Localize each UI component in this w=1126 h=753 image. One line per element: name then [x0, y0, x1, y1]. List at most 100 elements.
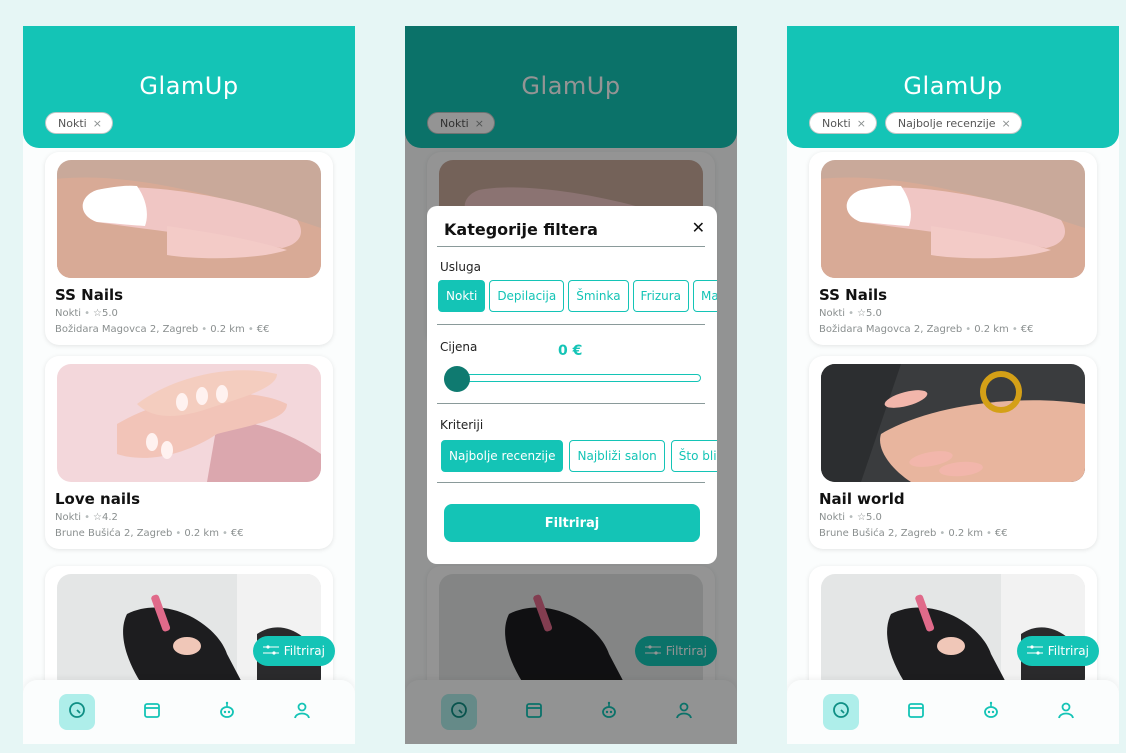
service-options: Nokti Depilacija Šminka Frizura Masaža	[438, 280, 717, 312]
separator: •	[939, 528, 946, 539]
service-option[interactable]: Nokti	[438, 280, 486, 312]
nav-profile[interactable]	[284, 694, 320, 730]
salon-card[interactable]: Love nails Nokti • ☆4.2 Brune Bušića 2, Za…	[45, 356, 333, 549]
divider	[437, 482, 705, 483]
nav-assistant[interactable]	[973, 694, 1009, 730]
salon-name: Love nails	[55, 490, 141, 508]
filter-button[interactable]: Filtriraj	[1016, 636, 1099, 666]
salon-card[interactable]: SS Nails Nokti • ☆5.0 Božidara Magovca 2, …	[809, 152, 1097, 345]
active-filter-chips: Nokti × Najbolje recenzije ×	[809, 112, 1022, 134]
star-icon: ☆	[857, 308, 866, 319]
divider	[437, 324, 705, 325]
filter-button[interactable]: Filtriraj	[252, 636, 335, 666]
apply-filter-button[interactable]: Filtriraj	[444, 504, 700, 542]
separator: •	[84, 512, 90, 523]
app-title: GlamUp	[903, 72, 1003, 100]
close-icon[interactable]: ×	[1002, 117, 1011, 130]
salon-card[interactable]: Nail world Nokti • ☆5.0 Brune Bušića 2, Za…	[809, 356, 1097, 549]
separator: •	[1011, 324, 1018, 335]
phone-screen-home: GlamUp Nokti × SS Nails Nokti • ☆5.0 Bož…	[23, 26, 355, 744]
salon-address: Brune Bušića 2, Zagreb	[55, 528, 173, 539]
nav-calendar[interactable]	[134, 694, 170, 730]
salon-rating: 5.0	[865, 512, 882, 523]
salon-card[interactable]: SS Nails Nokti • ☆5.0 Božidara Magovca 2, …	[45, 152, 333, 345]
app-title: GlamUp	[139, 72, 239, 100]
salon-address: Božidara Magovca 2, Zagreb	[819, 324, 963, 335]
salon-image	[57, 364, 321, 482]
salon-image	[57, 574, 321, 692]
close-icon[interactable]: ×	[857, 117, 866, 130]
separator: •	[965, 324, 972, 335]
nav-search[interactable]	[58, 694, 95, 730]
star-icon: ☆	[857, 512, 866, 523]
calendar-icon	[906, 700, 926, 724]
close-icon[interactable]: ✕	[692, 218, 705, 237]
salon-category: Nokti	[819, 512, 846, 523]
nav-profile[interactable]	[1048, 694, 1084, 730]
service-option[interactable]: Masaža	[693, 280, 717, 312]
star-icon: ☆	[93, 512, 102, 523]
price-slider[interactable]	[459, 374, 701, 382]
salon-price: €€	[256, 324, 270, 335]
filter-chip-label: Nokti	[822, 116, 851, 130]
separator: •	[175, 528, 182, 539]
service-option[interactable]: Šminka	[568, 280, 629, 312]
filter-modal: Kategorije filtera ✕ Usluga Nokti Depila…	[427, 206, 717, 564]
app-header: GlamUp Nokti ×	[23, 26, 355, 148]
salon-category: Nokti	[55, 308, 82, 319]
phone-screen-filter-modal: GlamUp Nokti × Filtriraj Kategorije filt…	[405, 26, 737, 744]
salon-price: €€	[230, 528, 244, 539]
salon-distance: 0.2 km	[974, 324, 1009, 335]
robot-icon	[981, 700, 1001, 724]
nav-search[interactable]	[822, 694, 859, 730]
salon-name: SS Nails	[819, 286, 888, 304]
profile-icon	[292, 700, 312, 724]
bottom-nav	[787, 680, 1119, 744]
divider	[437, 403, 705, 404]
service-option[interactable]: Depilacija	[489, 280, 565, 312]
criteria-option[interactable]: Najbliži salon	[569, 440, 665, 472]
nav-assistant[interactable]	[209, 694, 245, 730]
salon-address: Brune Bušića 2, Zagreb	[819, 528, 937, 539]
salon-category: Nokti	[819, 308, 846, 319]
salon-price: €€	[994, 528, 1008, 539]
search-icon	[831, 700, 851, 724]
filter-chip[interactable]: Najbolje recenzije ×	[884, 112, 1022, 134]
separator: •	[84, 308, 90, 319]
criteria-option[interactable]: Najbolje recenzije	[441, 440, 564, 472]
salon-name: SS Nails	[55, 286, 124, 304]
salon-address-line: Božidara Magovca 2, Zagreb • 0.2 km • €€	[55, 324, 269, 335]
sliders-icon	[262, 644, 279, 658]
filter-chip[interactable]: Nokti ×	[809, 112, 877, 134]
price-value: 0 €	[558, 343, 583, 359]
criteria-options: Najbolje recenzije Najbliži salon Što bl…	[441, 440, 717, 472]
separator: •	[247, 324, 254, 335]
salon-image	[821, 160, 1085, 278]
calendar-icon	[142, 700, 162, 724]
separator: •	[848, 308, 854, 319]
divider	[437, 246, 705, 247]
salon-address: Božidara Magovca 2, Zagreb	[55, 324, 199, 335]
salon-image	[821, 574, 1085, 692]
profile-icon	[1056, 700, 1076, 724]
separator: •	[848, 512, 854, 523]
salon-distance: 0.2 km	[948, 528, 983, 539]
service-option[interactable]: Frizura	[632, 280, 690, 312]
separator: •	[985, 528, 992, 539]
nav-calendar[interactable]	[898, 694, 934, 730]
salon-price: €€	[1020, 324, 1034, 335]
search-icon	[67, 700, 87, 724]
price-slider-thumb[interactable]	[444, 366, 470, 392]
separator: •	[221, 528, 228, 539]
filter-chip-label: Nokti	[58, 116, 87, 130]
criteria-label: Kriteriji	[440, 418, 484, 432]
close-icon[interactable]: ×	[93, 117, 102, 130]
salon-rating: 4.2	[101, 512, 118, 523]
price-label: Cijena	[440, 340, 478, 354]
phone-screen-filtered: GlamUp Nokti × Najbolje recenzije × SS N…	[787, 26, 1119, 744]
salon-category-rating: Nokti • ☆5.0	[55, 308, 118, 319]
criteria-option[interactable]: Što bliže	[670, 440, 717, 472]
salon-category-rating: Nokti • ☆5.0	[819, 308, 882, 319]
filter-chip[interactable]: Nokti ×	[45, 112, 113, 134]
service-label: Usluga	[440, 260, 481, 274]
